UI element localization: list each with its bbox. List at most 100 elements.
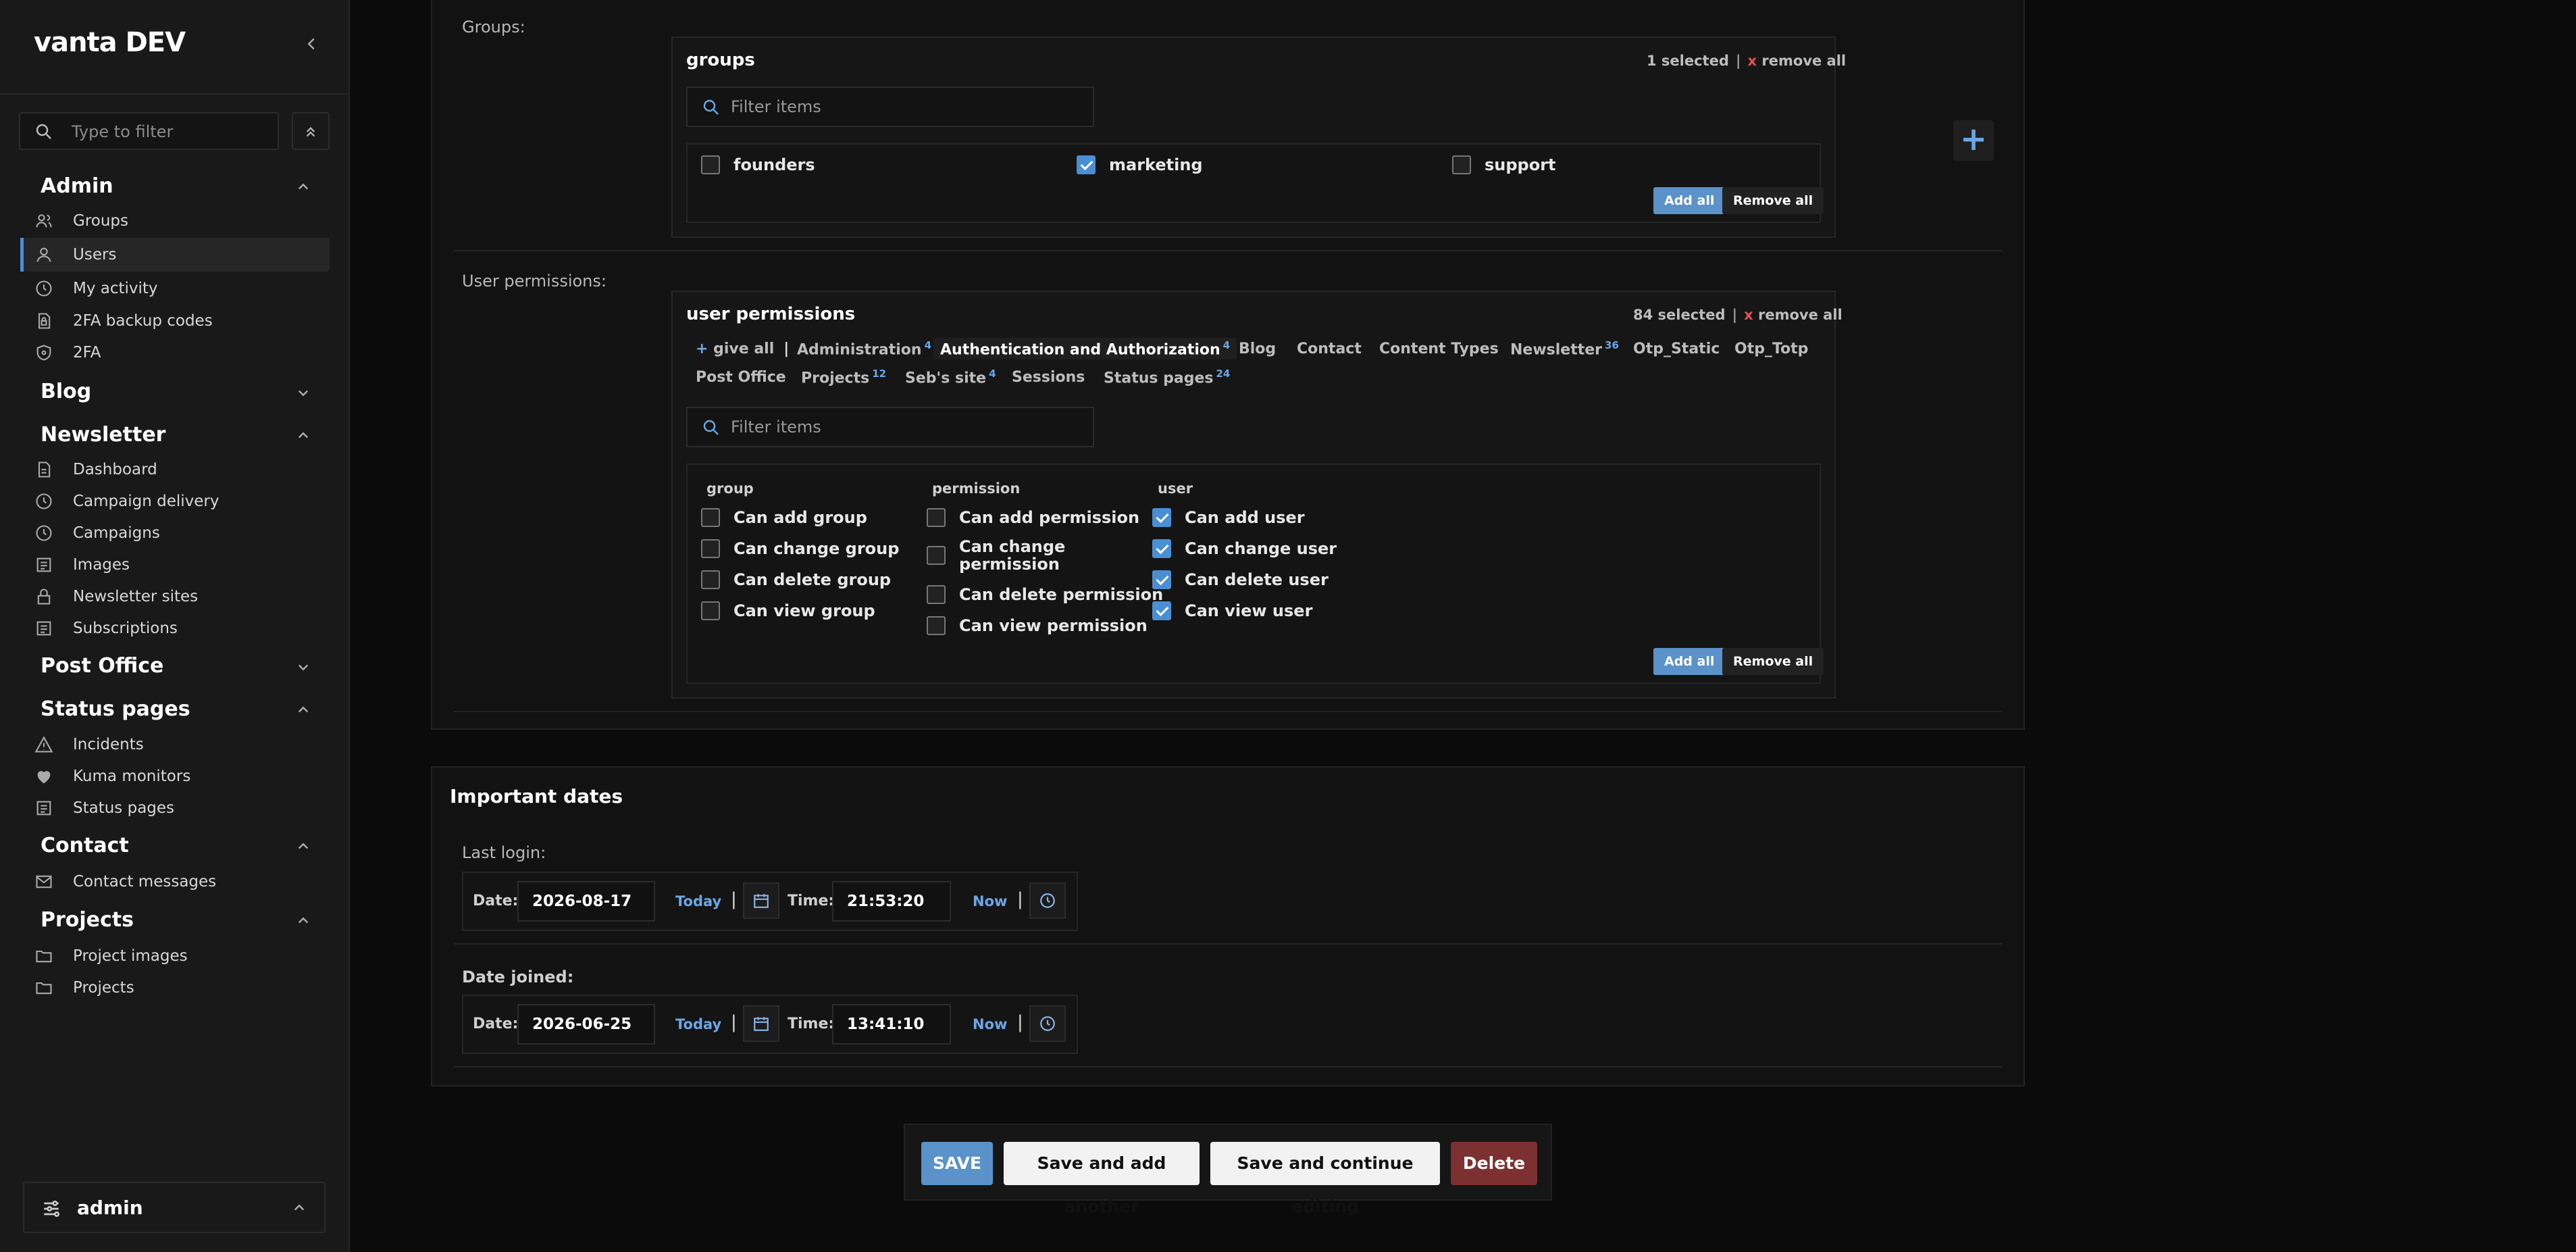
brand-logo[interactable]: vanta DEV [34,27,186,58]
checkbox-checked[interactable] [1152,601,1171,620]
chevron-up-icon[interactable] [293,911,313,931]
group-option-marketing[interactable]: marketing [1077,155,1203,174]
tab-newsletter[interactable]: Newsletter 36 [1510,339,1619,358]
perm-can-delete-permission[interactable]: Can delete permission [927,585,1163,604]
chevron-up-icon[interactable] [293,177,313,197]
tab-sebs-site[interactable]: Seb's site 4 [905,368,996,386]
checkbox[interactable] [701,570,720,589]
delete-button[interactable]: Delete [1451,1142,1537,1185]
date-joined-today-link[interactable]: Today [675,1016,721,1032]
section-status-pages[interactable]: Status pages [41,697,190,721]
give-all-button[interactable]: + give all | [696,341,789,357]
permissions-remove-all-button[interactable]: Remove all [1722,648,1824,675]
checkbox[interactable] [1452,155,1471,174]
sidebar-item-campaigns[interactable]: Campaigns [20,516,330,550]
tab-post-office[interactable]: Post Office [696,369,786,386]
sidebar-item-status-pages[interactable]: Status pages [20,791,330,825]
clock-button[interactable] [1029,882,1066,919]
collapse-sidebar-button[interactable] [301,34,321,54]
sidebar-item-projects[interactable]: Projects [20,971,330,1005]
sidebar-item-project-images[interactable]: Project images [20,939,330,973]
groups-remove-all-link[interactable]: remove all [1761,53,1846,69]
section-newsletter[interactable]: Newsletter [41,423,165,447]
perm-can-view-permission[interactable]: Can view permission [927,616,1148,635]
date-joined-time-input[interactable]: 13:41:10 [832,1004,951,1045]
save-button[interactable]: SAVE [921,1142,993,1185]
sidebar-item-groups[interactable]: Groups [20,204,330,238]
perm-can-change-user[interactable]: Can change user [1152,539,1337,558]
group-option-founders[interactable]: founders [701,155,815,174]
checkbox-checked[interactable] [1152,570,1171,589]
sidebar-filter-input[interactable] [72,118,267,146]
tab-authentication-and-authorization[interactable]: Authentication and Authorization 4 [933,338,1237,360]
perm-can-add-group[interactable]: Can add group [701,508,867,527]
sidebar-item-subscriptions[interactable]: Subscriptions [20,611,330,645]
section-admin[interactable]: Admin [41,174,113,198]
sidebar-item-dashboard[interactable]: Dashboard [20,453,330,486]
sidebar-item-contact-messages[interactable]: Contact messages [20,865,330,899]
calendar-button[interactable] [743,1005,779,1042]
perm-can-delete-user[interactable]: Can delete user [1152,570,1329,589]
save-and-add-another-button[interactable]: Save and add another [1004,1142,1200,1216]
section-contact[interactable]: Contact [41,834,129,857]
group-option-support[interactable]: support [1452,155,1556,174]
tab-otp-static[interactable]: Otp_Static [1633,341,1720,357]
checkbox[interactable] [701,155,720,174]
perm-can-view-group[interactable]: Can view group [701,601,875,620]
perm-can-delete-group[interactable]: Can delete group [701,570,891,589]
sidebar-item-incidents[interactable]: Incidents [20,728,330,761]
groups-filter-input[interactable] [731,93,1068,120]
sidebar-item-newsletter-sites[interactable]: Newsletter sites [20,580,330,614]
chevron-down-icon[interactable] [293,382,313,403]
checkbox[interactable] [701,539,720,558]
last-login-date-input[interactable]: 2026-08-17 [517,881,655,922]
checkbox[interactable] [701,508,720,527]
chevron-up-icon[interactable] [293,426,313,446]
section-projects[interactable]: Projects [41,908,134,932]
sidebar-item-campaign-delivery[interactable]: Campaign delivery [20,484,330,518]
tab-content-types[interactable]: Content Types [1379,341,1499,357]
section-blog[interactable]: Blog [41,380,91,403]
permissions-add-all-button[interactable]: Add all [1653,648,1726,675]
date-joined-now-link[interactable]: Now [973,1016,1007,1032]
groups-remove-all-button[interactable]: Remove all [1722,187,1824,214]
expand-all-button[interactable] [292,112,330,150]
date-joined-date-input[interactable]: 2026-06-25 [517,1004,655,1045]
last-login-today-link[interactable]: Today [675,893,721,909]
user-menu[interactable]: admin [23,1182,326,1233]
checkbox[interactable] [927,508,946,527]
sidebar-item-kuma-monitors[interactable]: Kuma monitors [20,759,330,793]
section-post-office[interactable]: Post Office [41,654,163,678]
tab-administration[interactable]: Administration 4 [797,339,931,358]
chevron-down-icon[interactable] [293,657,313,677]
checkbox[interactable] [701,601,720,620]
sidebar-item-my-activity[interactable]: My activity [20,272,330,305]
calendar-button[interactable] [743,882,779,919]
sidebar-item-2fa-backup-codes[interactable]: 2FA backup codes [20,304,330,338]
last-login-time-input[interactable]: 21:53:20 [832,881,951,922]
tab-blog[interactable]: Blog [1239,341,1276,357]
sidebar-item-images[interactable]: Images [20,548,330,582]
perm-can-add-user[interactable]: Can add user [1152,508,1305,527]
add-group-button[interactable]: + [1953,120,1994,161]
checkbox[interactable] [927,616,946,635]
tab-status-pages[interactable]: Status pages 24 [1104,368,1230,386]
groups-add-all-button[interactable]: Add all [1653,187,1726,214]
perm-can-change-permission[interactable]: Can change permission [927,538,1143,573]
sidebar-item-users[interactable]: Users [20,238,330,272]
perm-can-change-group[interactable]: Can change group [701,539,899,558]
sidebar-item-2fa[interactable]: 2FA [20,336,330,370]
checkbox[interactable] [927,585,946,604]
perm-can-add-permission[interactable]: Can add permission [927,508,1139,527]
last-login-now-link[interactable]: Now [973,893,1007,909]
permissions-filter-input[interactable] [731,414,1068,441]
checkbox[interactable] [927,546,946,565]
checkbox-checked[interactable] [1152,508,1171,527]
clock-button[interactable] [1029,1005,1066,1042]
chevron-up-icon[interactable] [293,700,313,720]
chevron-up-icon[interactable] [293,836,313,857]
tab-contact[interactable]: Contact [1297,341,1362,357]
tab-sessions[interactable]: Sessions [1012,369,1085,386]
tab-projects[interactable]: Projects 12 [801,368,886,386]
permissions-remove-all-link[interactable]: remove all [1758,307,1843,323]
